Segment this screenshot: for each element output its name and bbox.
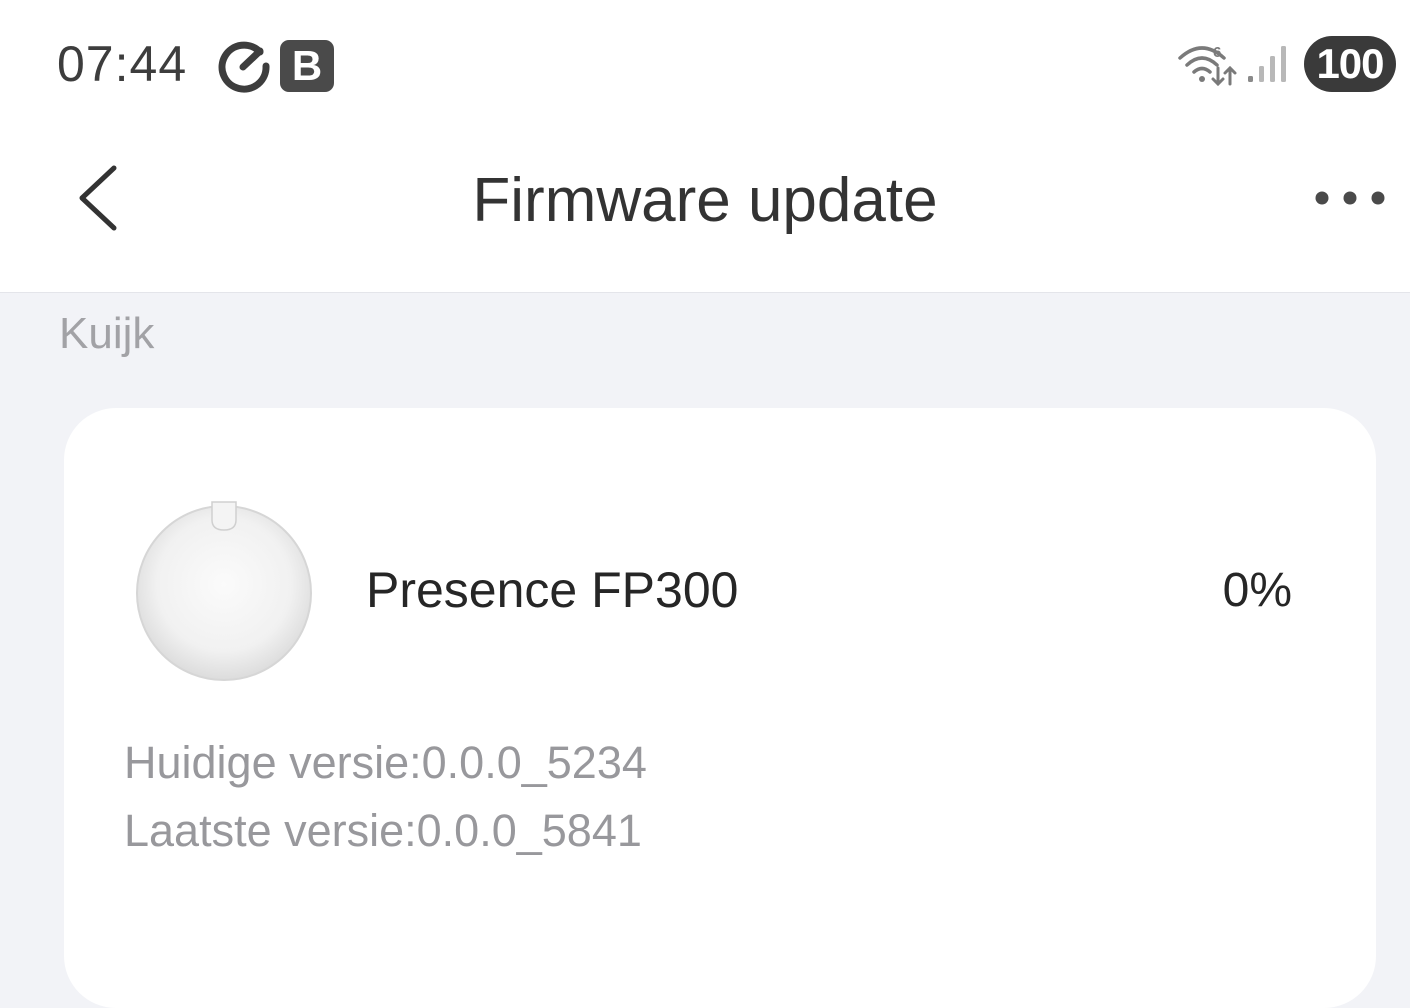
current-version-value: 0.0.0_5234	[421, 737, 647, 788]
room-label: Kuijk	[59, 309, 155, 358]
top-bar: 07:44 B 6 100 Firmware update	[0, 0, 1410, 293]
current-version-label: Huidige versie:	[124, 737, 422, 788]
current-version: Huidige versie:0.0.0_5234	[124, 736, 647, 790]
latest-version-value: 0.0.0_5841	[416, 805, 642, 856]
status-time: 07:44	[57, 36, 188, 92]
svg-text:6: 6	[1213, 44, 1221, 61]
b-badge-icon: B	[280, 40, 334, 92]
wifi-6-icon: 6	[1178, 44, 1237, 87]
presence-sensor-device-image	[136, 501, 312, 681]
more-horizontal-icon	[1315, 191, 1385, 205]
update-progress: 0%	[1222, 564, 1292, 617]
cell-signal-icon	[1248, 46, 1286, 82]
sync-icon	[218, 41, 270, 93]
latest-version: Laatste versie:0.0.0_5841	[124, 804, 642, 858]
device-firmware-card[interactable]: Presence FP300 0% Huidige versie:0.0.0_5…	[64, 408, 1376, 1008]
device-name: Presence FP300	[366, 562, 739, 618]
page-title: Firmware update	[472, 166, 938, 235]
battery-icon: 100	[1304, 36, 1396, 92]
more-options-button[interactable]	[1304, 176, 1398, 220]
latest-version-label: Laatste versie:	[124, 805, 417, 856]
